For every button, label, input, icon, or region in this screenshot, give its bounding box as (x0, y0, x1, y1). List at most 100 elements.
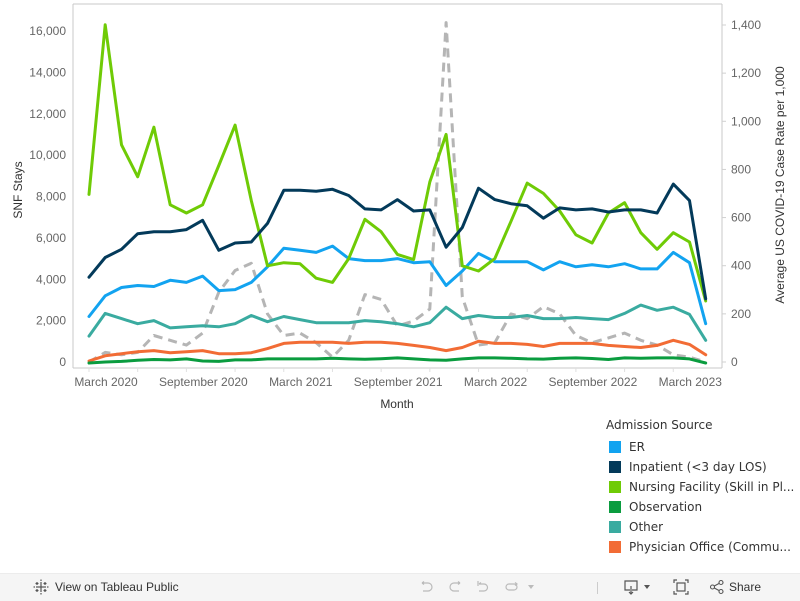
data-point[interactable] (427, 320, 432, 325)
data-point[interactable] (509, 219, 514, 224)
data-point[interactable] (314, 320, 319, 325)
data-point[interactable] (525, 342, 530, 347)
data-point[interactable] (314, 356, 319, 361)
data-point[interactable] (476, 269, 481, 274)
data-point[interactable] (330, 340, 335, 345)
data-point[interactable] (330, 356, 335, 361)
data-point[interactable] (281, 341, 286, 346)
data-point[interactable] (606, 343, 611, 348)
legend-item[interactable]: ER (606, 437, 800, 457)
data-point[interactable] (622, 311, 627, 316)
data-point[interactable] (379, 340, 384, 345)
data-point[interactable] (573, 264, 578, 269)
data-point[interactable] (200, 348, 205, 353)
data-point[interactable] (362, 258, 367, 263)
data-point[interactable] (200, 359, 205, 364)
data-point[interactable] (379, 297, 384, 302)
data-point[interactable] (460, 345, 465, 350)
data-point[interactable] (135, 174, 140, 179)
data-point[interactable] (687, 356, 692, 361)
data-point[interactable] (346, 256, 351, 261)
data-point[interactable] (492, 197, 497, 202)
data-point[interactable] (135, 349, 140, 354)
data-point[interactable] (687, 260, 692, 265)
data-point[interactable] (622, 344, 627, 349)
data-point[interactable] (509, 315, 514, 320)
data-point[interactable] (151, 284, 156, 289)
data-point[interactable] (395, 252, 400, 257)
data-point[interactable] (703, 352, 708, 357)
data-point[interactable] (427, 180, 432, 185)
data-point[interactable] (330, 187, 335, 192)
data-point[interactable] (606, 317, 611, 322)
data-point[interactable] (655, 308, 660, 313)
data-point[interactable] (314, 340, 319, 345)
data-point[interactable] (314, 276, 319, 281)
data-point[interactable] (346, 341, 351, 346)
data-point[interactable] (362, 357, 367, 362)
data-point[interactable] (687, 240, 692, 245)
data-point[interactable] (87, 361, 92, 366)
data-point[interactable] (265, 311, 270, 316)
data-point[interactable] (281, 188, 286, 193)
legend-item[interactable]: Observation (606, 497, 800, 517)
data-point[interactable] (216, 163, 221, 168)
data-point[interactable] (168, 229, 173, 234)
data-point[interactable] (265, 356, 270, 361)
data-point[interactable] (200, 323, 205, 328)
plot-area[interactable] (87, 20, 709, 365)
data-point[interactable] (687, 342, 692, 347)
data-point[interactable] (200, 218, 205, 223)
data-point[interactable] (411, 319, 416, 324)
data-point[interactable] (557, 356, 562, 361)
data-point[interactable] (265, 319, 270, 324)
data-point[interactable] (671, 230, 676, 235)
data-point[interactable] (119, 285, 124, 290)
data-point[interactable] (476, 355, 481, 360)
data-point[interactable] (444, 358, 449, 363)
revert-button[interactable] (474, 578, 492, 596)
data-point[interactable] (249, 313, 254, 318)
data-point[interactable] (671, 338, 676, 343)
data-point[interactable] (216, 359, 221, 364)
data-point[interactable] (541, 344, 546, 349)
data-point[interactable] (671, 305, 676, 310)
data-point[interactable] (411, 257, 416, 262)
data-point[interactable] (492, 355, 497, 360)
data-point[interactable] (200, 331, 205, 336)
data-point[interactable] (265, 346, 270, 351)
data-point[interactable] (395, 341, 400, 346)
data-point[interactable] (638, 266, 643, 271)
data-point[interactable] (135, 231, 140, 236)
data-point[interactable] (525, 356, 530, 361)
data-point[interactable] (216, 324, 221, 329)
data-point[interactable] (103, 360, 108, 365)
data-point[interactable] (444, 245, 449, 250)
data-point[interactable] (362, 292, 367, 297)
data-point[interactable] (151, 229, 156, 234)
data-point[interactable] (622, 355, 627, 360)
data-point[interactable] (476, 313, 481, 318)
data-point[interactable] (622, 261, 627, 266)
data-point[interactable] (168, 278, 173, 283)
data-point[interactable] (460, 225, 465, 230)
data-point[interactable] (233, 357, 238, 362)
data-point[interactable] (444, 132, 449, 137)
data-point[interactable] (655, 343, 660, 348)
data-point[interactable] (655, 247, 660, 252)
data-point[interactable] (346, 193, 351, 198)
data-point[interactable] (476, 186, 481, 191)
data-point[interactable] (509, 356, 514, 361)
data-point[interactable] (671, 355, 676, 360)
data-point[interactable] (168, 338, 173, 343)
data-point[interactable] (703, 321, 708, 326)
data-point[interactable] (427, 307, 432, 312)
data-point[interactable] (379, 229, 384, 234)
data-point[interactable] (509, 259, 514, 264)
legend-item[interactable]: Other (606, 517, 800, 537)
data-point[interactable] (590, 262, 595, 267)
data-point[interactable] (460, 295, 465, 300)
legend-item[interactable]: Inpatient (<3 day LOS) (606, 457, 800, 477)
data-point[interactable] (427, 259, 432, 264)
data-point[interactable] (184, 356, 189, 361)
